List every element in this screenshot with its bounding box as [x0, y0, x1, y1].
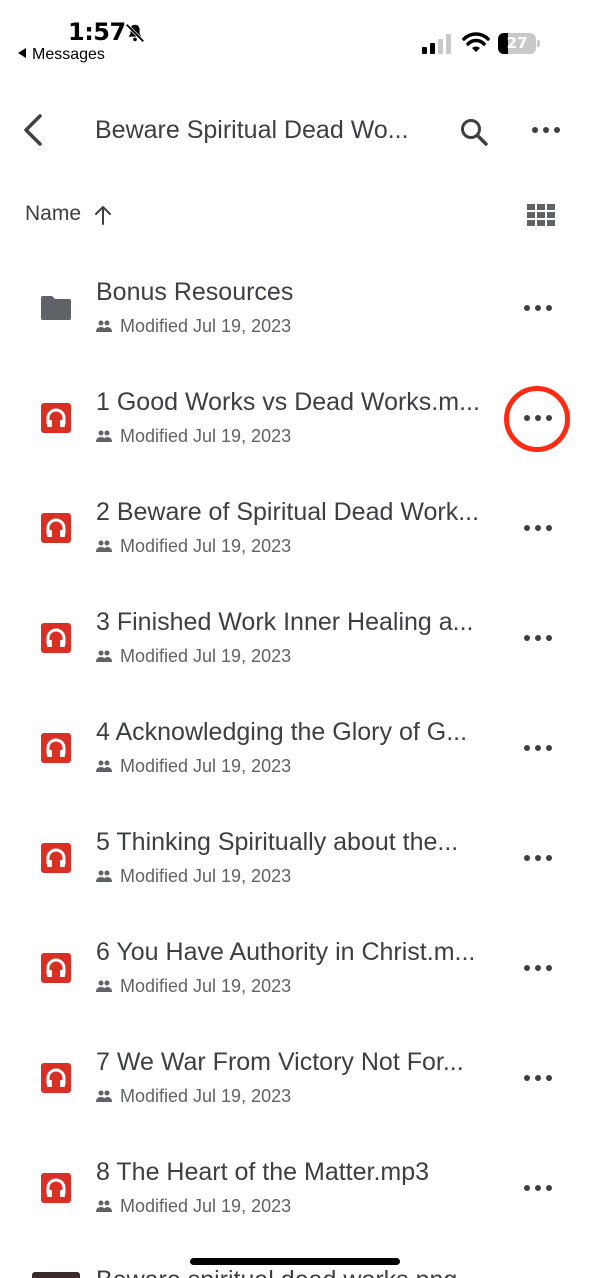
- shared-people-icon: [96, 320, 112, 332]
- back-triangle-icon: [18, 48, 26, 58]
- list-item-audio-file[interactable]: 2 Beware of Spiritual Dead Work... Modif…: [0, 472, 589, 582]
- file-meta: Modified Jul 19, 2023: [96, 646, 291, 667]
- file-name: 3 Finished Work Inner Healing a...: [96, 608, 474, 636]
- image-thumbnail-icon: [32, 1272, 80, 1278]
- shared-people-icon: [96, 1090, 112, 1102]
- headphones-audio-icon: [41, 843, 71, 873]
- file-name: 8 The Heart of the Matter.mp3: [96, 1158, 430, 1186]
- shared-people-icon: [96, 760, 112, 772]
- status-bar: 1:57 Messages 27: [0, 0, 589, 72]
- file-meta: Modified Jul 19, 2023: [96, 866, 291, 887]
- file-name: 1 Good Works vs Dead Works.m...: [96, 388, 480, 416]
- file-meta: Modified Jul 19, 2023: [96, 536, 291, 557]
- list-item-audio-file[interactable]: 7 We War From Victory Not For... Modifie…: [0, 1022, 589, 1132]
- modified-date: Modified Jul 19, 2023: [120, 756, 292, 776]
- sort-by-name-button[interactable]: Name: [25, 202, 81, 226]
- file-meta: Modified Jul 19, 2023: [96, 976, 291, 997]
- arrow-up-icon[interactable]: [93, 204, 113, 226]
- more-options-icon[interactable]: [522, 1180, 554, 1196]
- list-item-audio-file[interactable]: 1 Good Works vs Dead Works.m... Modified…: [0, 362, 589, 472]
- status-time: 1:57: [68, 18, 126, 46]
- shared-people-icon: [96, 650, 112, 662]
- back-arrow-icon[interactable]: [18, 112, 50, 148]
- file-meta: Modified Jul 19, 2023: [96, 756, 291, 777]
- file-name: 6 You Have Authority in Christ.m...: [96, 938, 476, 966]
- modified-date: Modified Jul 19, 2023: [120, 426, 292, 446]
- file-name: 4 Acknowledging the Glory of G...: [96, 718, 468, 746]
- shared-people-icon: [96, 1200, 112, 1212]
- more-options-icon[interactable]: [522, 520, 554, 536]
- file-meta: Modified Jul 19, 2023: [96, 316, 291, 337]
- more-options-icon[interactable]: [522, 630, 554, 646]
- more-options-icon[interactable]: [522, 850, 554, 866]
- home-indicator[interactable]: [190, 1258, 400, 1265]
- back-to-app-link[interactable]: Messages: [18, 46, 105, 64]
- modified-date: Modified Jul 19, 2023: [120, 866, 292, 886]
- shared-people-icon: [96, 870, 112, 882]
- modified-date: Modified Jul 19, 2023: [120, 976, 292, 996]
- file-meta: Modified Jul 19, 2023: [96, 426, 291, 447]
- headphones-audio-icon: [41, 1063, 71, 1093]
- battery-body: 27: [498, 33, 536, 54]
- list-item-audio-file[interactable]: 3 Finished Work Inner Healing a... Modif…: [0, 582, 589, 692]
- list-item-audio-file[interactable]: 4 Acknowledging the Glory of G... Modifi…: [0, 692, 589, 802]
- modified-date: Modified Jul 19, 2023: [120, 316, 292, 336]
- headphones-audio-icon: [41, 1173, 71, 1203]
- back-app-label: Messages: [32, 46, 105, 63]
- grid-view-icon[interactable]: [527, 204, 555, 226]
- headphones-audio-icon: [41, 513, 71, 543]
- battery-indicator: 27: [498, 33, 540, 54]
- app-bar: Beware Spiritual Dead Wo...: [0, 96, 589, 166]
- modified-date: Modified Jul 19, 2023: [120, 536, 292, 556]
- file-meta: Modified Jul 19, 2023: [96, 1196, 291, 1217]
- page-title: Beware Spiritual Dead Wo...: [95, 116, 409, 144]
- list-item-audio-file[interactable]: 6 You Have Authority in Christ.m... Modi…: [0, 912, 589, 1022]
- file-name: 2 Beware of Spiritual Dead Work...: [96, 498, 480, 526]
- file-meta: Modified Jul 19, 2023: [96, 1086, 291, 1107]
- headphones-audio-icon: [41, 403, 71, 433]
- more-options-icon[interactable]: [522, 1070, 554, 1086]
- modified-date: Modified Jul 19, 2023: [120, 646, 292, 666]
- battery-nub: [537, 40, 540, 47]
- highlight-circle: [504, 386, 570, 452]
- file-name: 5 Thinking Spiritually about the...: [96, 828, 459, 856]
- more-options-icon[interactable]: [522, 740, 554, 756]
- list-item-folder[interactable]: Bonus Resources Modified Jul 19, 2023: [0, 252, 589, 362]
- list-item-audio-file[interactable]: 5 Thinking Spiritually about the... Modi…: [0, 802, 589, 912]
- modified-date: Modified Jul 19, 2023: [120, 1196, 292, 1216]
- shared-people-icon: [96, 540, 112, 552]
- battery-percent: 27: [506, 34, 528, 52]
- cellular-signal-icon: [422, 34, 451, 54]
- more-options-icon[interactable]: [522, 960, 554, 976]
- list-item-audio-file[interactable]: 8 The Heart of the Matter.mp3 Modified J…: [0, 1132, 589, 1242]
- wifi-icon: [462, 32, 490, 52]
- shared-people-icon: [96, 430, 112, 442]
- folder-icon: [41, 296, 71, 320]
- headphones-audio-icon: [41, 733, 71, 763]
- partial-list-item-name[interactable]: Beware spiritual dead works.png: [96, 1266, 457, 1278]
- more-options-icon[interactable]: [522, 300, 554, 316]
- sort-bar: Name: [0, 196, 589, 236]
- modified-date: Modified Jul 19, 2023: [120, 1086, 292, 1106]
- headphones-audio-icon: [41, 623, 71, 653]
- headphones-audio-icon: [41, 953, 71, 983]
- file-name: 7 We War From Victory Not For...: [96, 1048, 464, 1076]
- more-options-icon[interactable]: [530, 122, 562, 138]
- bell-muted-icon: [125, 23, 145, 43]
- file-name: Bonus Resources: [96, 278, 294, 306]
- search-icon[interactable]: [458, 116, 490, 148]
- shared-people-icon: [96, 980, 112, 992]
